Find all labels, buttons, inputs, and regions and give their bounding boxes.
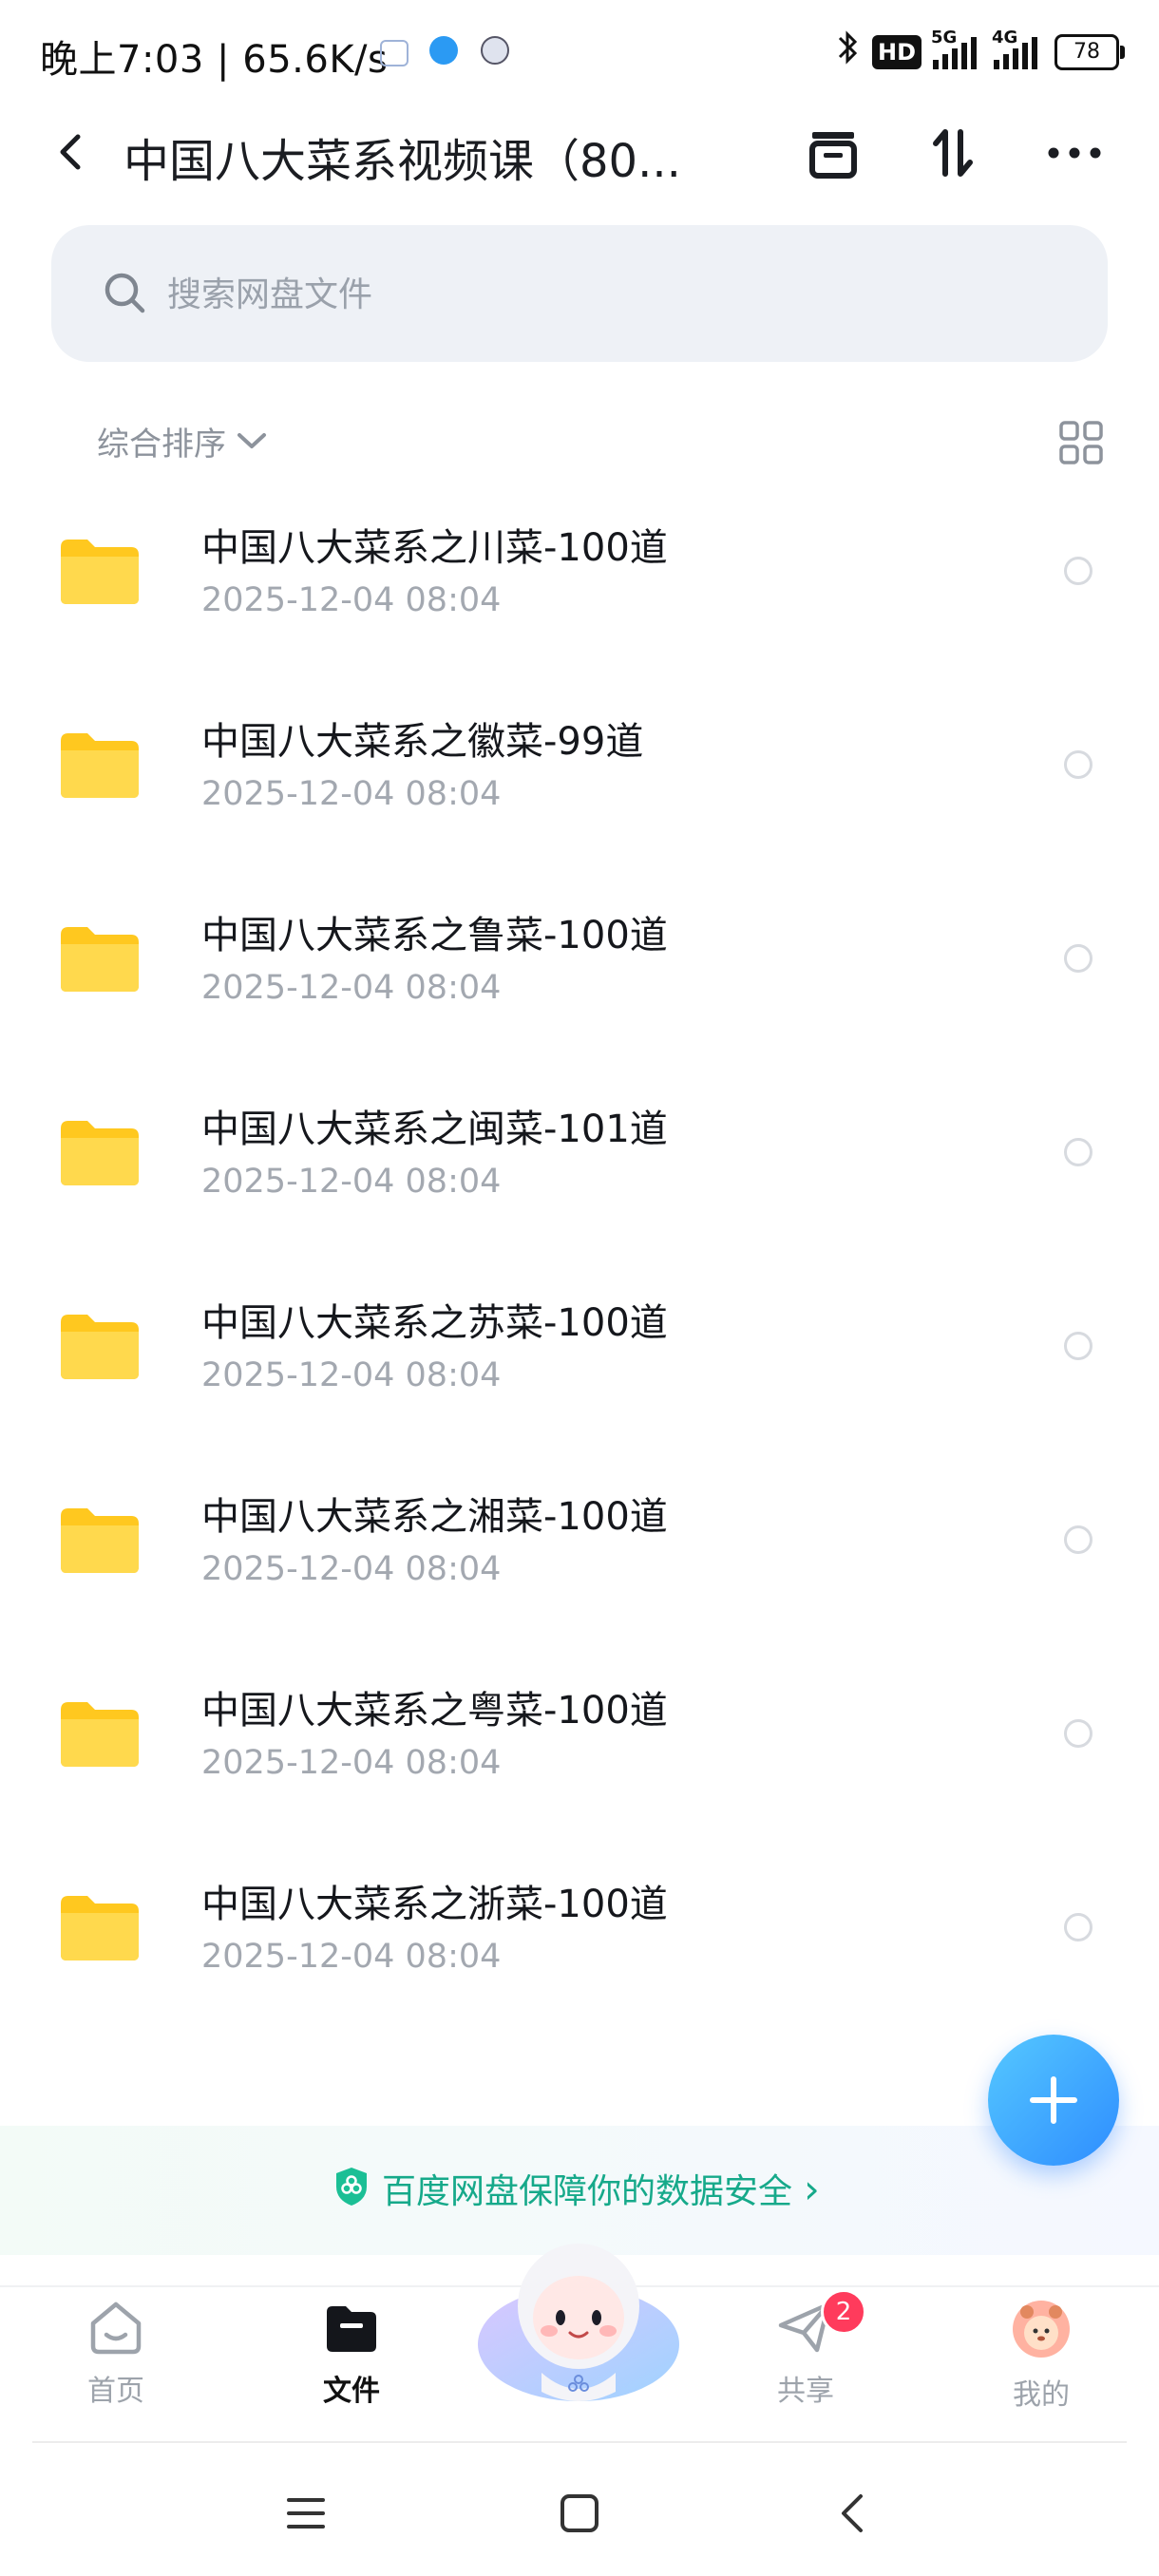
clock-text: 晚上7:03	[40, 38, 204, 82]
list-item[interactable]: 中国八大菜系之湘菜-100道 2025-12-04 08:04	[0, 1444, 1159, 1638]
list-item[interactable]: 中国八大菜系之闽菜-101道 2025-12-04 08:04	[0, 1056, 1159, 1250]
select-radio[interactable]	[1064, 1138, 1092, 1166]
chevron-down-icon	[236, 423, 268, 461]
bluetooth-icon	[836, 28, 861, 76]
file-name: 中国八大菜系之徽菜-99道	[201, 720, 644, 764]
tab-home-label: 首页	[87, 2375, 144, 2408]
calendar-notification-icon	[380, 40, 408, 66]
page-title: 中国八大菜系视频课（80...	[124, 135, 681, 188]
sort-dropdown[interactable]: 综合排序	[97, 418, 268, 464]
list-item[interactable]: 中国八大菜系之徽菜-99道 2025-12-04 08:04	[0, 669, 1159, 862]
file-date: 2025-12-04 08:04	[201, 775, 502, 813]
share-badge: 2	[821, 2289, 866, 2335]
select-radio[interactable]	[1064, 1719, 1092, 1748]
grid-view-icon[interactable]	[1058, 420, 1104, 465]
select-radio[interactable]	[1064, 750, 1092, 779]
shield-icon	[332, 2166, 370, 2211]
select-radio[interactable]	[1064, 557, 1092, 585]
list-item[interactable]: 中国八大菜系之鲁菜-100道 2025-12-04 08:04	[0, 862, 1159, 1056]
file-date: 2025-12-04 08:04	[201, 581, 502, 619]
list-item[interactable]: 中国八大菜系之川菜-100道 2025-12-04 08:04	[0, 475, 1159, 669]
tab-files-label: 文件	[323, 2375, 380, 2408]
upload-notification-icon	[429, 36, 458, 65]
tab-files[interactable]: 文件	[276, 2299, 428, 2409]
list-item[interactable]: 中国八大菜系之粤菜-100道 2025-12-04 08:04	[0, 1638, 1159, 1831]
tab-mine-label: 我的	[1013, 2378, 1070, 2412]
tab-share[interactable]: 2 共享	[730, 2289, 882, 2409]
file-date: 2025-12-04 08:04	[201, 1163, 502, 1201]
search-input[interactable]	[165, 259, 1024, 330]
archive-box-icon[interactable]	[800, 120, 866, 186]
security-text: 百度网盘保障你的数据安全	[382, 2172, 793, 2211]
list-item[interactable]: 中国八大菜系之苏菜-100道 2025-12-04 08:04	[0, 1250, 1159, 1444]
file-name: 中国八大菜系之粤菜-100道	[201, 1689, 668, 1733]
folder-icon	[57, 1307, 142, 1383]
home-icon	[90, 2301, 142, 2355]
battery-icon: 78	[1054, 34, 1125, 70]
avatar-notification-icon	[481, 36, 509, 65]
signal-4g-icon: 4G	[992, 28, 1043, 69]
file-name: 中国八大菜系之川菜-100道	[201, 526, 668, 570]
folder-icon	[57, 532, 142, 608]
avatar	[1013, 2301, 1070, 2358]
file-name: 中国八大菜系之湘菜-100道	[201, 1495, 668, 1539]
ai-assistant-button[interactable]	[475, 2230, 682, 2411]
select-radio[interactable]	[1064, 944, 1092, 973]
more-icon[interactable]	[1041, 120, 1108, 186]
status-time: 晚上7:03 | 65.6K/s	[40, 28, 388, 84]
status-bar: 晚上7:03 | 65.6K/s HD 5G 4G 78	[0, 0, 1159, 104]
file-name: 中国八大菜系之浙菜-100道	[201, 1883, 668, 1926]
folder-icon	[57, 1113, 142, 1189]
file-date: 2025-12-04 08:04	[201, 969, 502, 1007]
select-radio[interactable]	[1064, 1525, 1092, 1554]
system-nav-bar	[0, 2451, 1159, 2576]
hd-voice-icon: HD	[871, 35, 922, 69]
folder-icon	[57, 919, 142, 995]
tab-mine[interactable]: 我的	[965, 2299, 1117, 2413]
add-button[interactable]	[988, 2035, 1119, 2166]
menu-icon[interactable]	[277, 2485, 334, 2542]
sort-arrows-icon[interactable]	[920, 120, 986, 186]
file-date: 2025-12-04 08:04	[201, 1356, 502, 1394]
folder-icon	[57, 1501, 142, 1577]
tab-home[interactable]: 首页	[40, 2299, 192, 2409]
network-speed: 65.6K/s	[242, 38, 389, 82]
chevron-right-icon: ›	[804, 2165, 820, 2212]
search-icon	[101, 269, 150, 318]
file-date: 2025-12-04 08:04	[201, 1744, 502, 1782]
back-icon[interactable]	[48, 127, 97, 177]
select-radio[interactable]	[1064, 1913, 1092, 1941]
tab-share-label: 共享	[777, 2375, 834, 2408]
file-name: 中国八大菜系之苏菜-100道	[201, 1301, 668, 1345]
folder-tab-icon	[327, 2306, 376, 2352]
file-date: 2025-12-04 08:04	[201, 1938, 502, 1976]
sort-bar: 综合排序	[0, 408, 1159, 475]
status-separator: |	[217, 38, 231, 82]
file-date: 2025-12-04 08:04	[201, 1550, 502, 1588]
file-name: 中国八大菜系之闽菜-101道	[201, 1108, 668, 1151]
folder-icon	[57, 1888, 142, 1964]
search-bar[interactable]	[51, 225, 1108, 362]
signal-5g-icon: 5G	[931, 28, 982, 69]
folder-icon	[57, 1695, 142, 1771]
nav-divider	[32, 2441, 1127, 2443]
sort-label: 综合排序	[97, 426, 226, 464]
system-back-icon[interactable]	[825, 2485, 882, 2542]
file-name: 中国八大菜系之鲁菜-100道	[201, 914, 668, 957]
home-square-icon[interactable]	[551, 2485, 608, 2542]
top-app-bar: 中国八大菜系视频课（80...	[0, 104, 1159, 199]
list-item[interactable]: 中国八大菜系之浙菜-100道 2025-12-04 08:04	[0, 1831, 1159, 2025]
select-radio[interactable]	[1064, 1332, 1092, 1360]
plus-icon	[1030, 2076, 1077, 2124]
folder-icon	[57, 726, 142, 802]
